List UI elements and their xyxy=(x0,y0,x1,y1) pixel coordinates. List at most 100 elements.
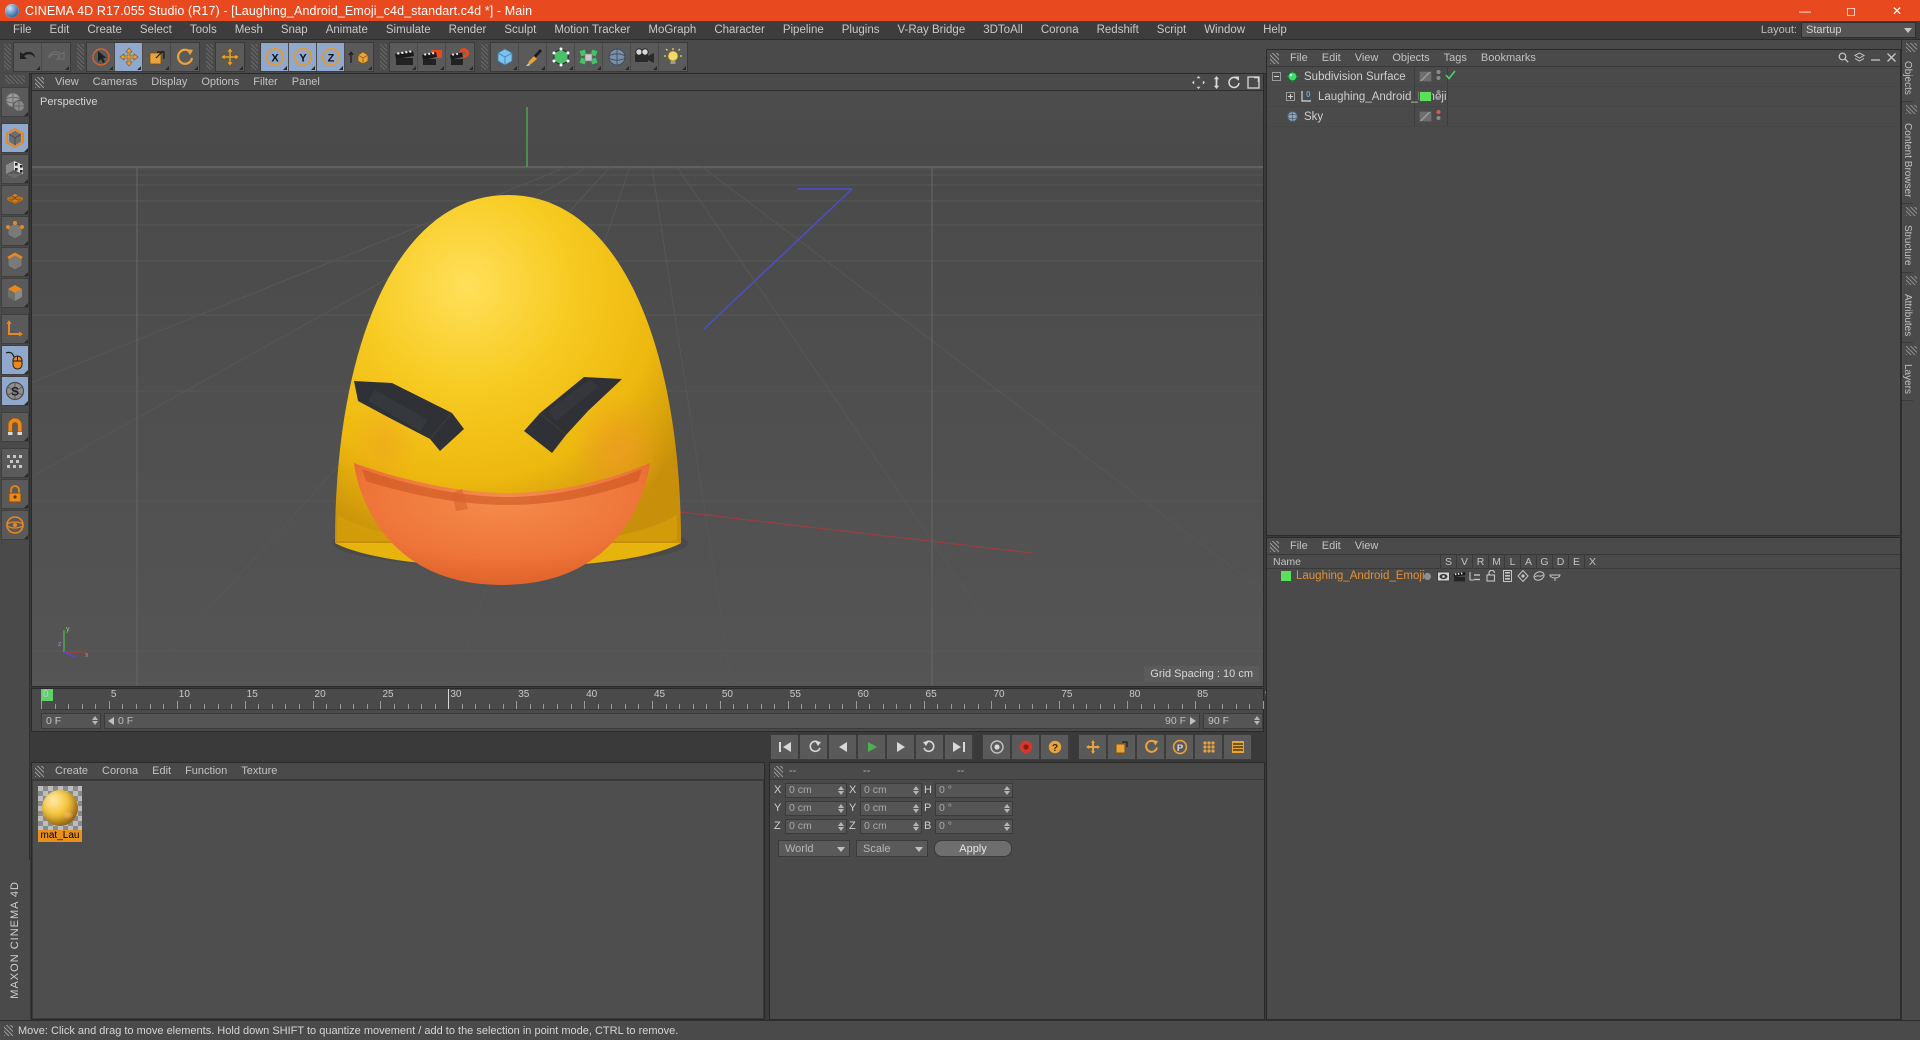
magnet-tool-button[interactable] xyxy=(0,412,29,442)
menu-item-plugins[interactable]: Plugins xyxy=(833,21,889,40)
attr-manager-lines-icon[interactable] xyxy=(1467,571,1483,582)
enable-snap-button[interactable]: S xyxy=(0,376,29,406)
attribute-column-m[interactable]: M xyxy=(1488,555,1504,569)
dropdown-corner-icon[interactable] xyxy=(239,65,243,70)
dropdown-corner-icon[interactable] xyxy=(513,65,517,70)
attrmgr-menu-edit[interactable]: Edit xyxy=(1315,538,1348,555)
attr-visible-eye-icon[interactable] xyxy=(1435,571,1451,582)
dock-grip[interactable] xyxy=(1905,275,1917,285)
point-level-animation-button[interactable] xyxy=(1194,734,1223,760)
dock-tab-structure[interactable]: Structure xyxy=(1902,219,1913,273)
dock-tab-content-browser[interactable]: Content Browser xyxy=(1902,117,1913,205)
redo-button[interactable] xyxy=(42,43,70,71)
matmgr-menu-create[interactable]: Create xyxy=(48,763,95,780)
dropdown-corner-icon[interactable] xyxy=(653,65,657,70)
viewport-menu-view[interactable]: View xyxy=(48,74,86,91)
spinner-icon[interactable] xyxy=(838,821,844,831)
tree-expander[interactable] xyxy=(1271,111,1282,122)
attrmgr-menu-view[interactable]: View xyxy=(1348,538,1386,555)
attribute-column-l[interactable]: L xyxy=(1504,555,1520,569)
render-settings-button[interactable] xyxy=(446,43,474,71)
spinner-icon[interactable] xyxy=(92,716,98,725)
menu-item-pipeline[interactable]: Pipeline xyxy=(774,21,833,40)
edges-mode-button[interactable] xyxy=(0,247,29,277)
menu-item-mograph[interactable]: MoGraph xyxy=(639,21,705,40)
dropdown-corner-icon[interactable] xyxy=(311,65,315,70)
lock-workplane-button[interactable] xyxy=(0,479,29,509)
object-axis-mode-button[interactable] xyxy=(0,314,29,344)
menu-item-mesh[interactable]: Mesh xyxy=(226,21,272,40)
lock-z-axis[interactable]: Z xyxy=(317,42,345,71)
menu-item-file[interactable]: File xyxy=(4,21,41,40)
coord-field-rotation-b[interactable]: 0 ° xyxy=(935,818,1013,834)
dropdown-corner-icon[interactable] xyxy=(23,339,28,343)
menu-item-edit[interactable]: Edit xyxy=(41,21,79,40)
attribute-column-a[interactable]: A xyxy=(1520,555,1536,569)
viewport-solo-button[interactable] xyxy=(0,345,29,375)
objmgr-menu-objects[interactable]: Objects xyxy=(1385,50,1436,67)
spinner-icon[interactable] xyxy=(1254,716,1260,725)
coord-field-size-z[interactable]: 0 cm xyxy=(860,818,922,834)
attribute-column-d[interactable]: D xyxy=(1552,555,1568,569)
points-mode-button[interactable] xyxy=(0,216,29,246)
dropdown-corner-icon[interactable] xyxy=(23,535,28,539)
dock-grip[interactable] xyxy=(1905,104,1917,114)
go-to-end-button[interactable] xyxy=(944,734,973,760)
spinner-icon[interactable] xyxy=(1004,821,1010,831)
dock-tab-objects[interactable]: Objects xyxy=(1902,55,1913,102)
matmgr-menu-texture[interactable]: Texture xyxy=(234,763,284,780)
menu-item-render[interactable]: Render xyxy=(440,21,496,40)
attr-generator-icon[interactable] xyxy=(1515,570,1531,582)
menu-item-script[interactable]: Script xyxy=(1148,21,1195,40)
attribute-row[interactable]: Laughing_Android_Emoji xyxy=(1267,569,1900,583)
spinner-icon[interactable] xyxy=(913,803,919,813)
dock-grip[interactable] xyxy=(1905,207,1917,217)
live-selection-tool[interactable] xyxy=(87,42,115,71)
objmgr-menu-bookmarks[interactable]: Bookmarks xyxy=(1474,50,1543,67)
autokeying-button[interactable] xyxy=(1011,734,1040,760)
dropdown-corner-icon[interactable] xyxy=(23,272,28,276)
render-to-picture-viewer-button[interactable] xyxy=(418,42,446,71)
attr-animation-bars-icon[interactable] xyxy=(1499,570,1515,582)
model-mode-button[interactable] xyxy=(0,123,29,153)
world-axis-tool[interactable] xyxy=(216,43,244,71)
lock-y-axis[interactable]: Y xyxy=(289,42,317,71)
close-icon[interactable] xyxy=(1886,52,1897,63)
menu-item-corona[interactable]: Corona xyxy=(1032,21,1088,40)
viewport-menu-display[interactable]: Display xyxy=(144,74,194,91)
tag-swatch[interactable] xyxy=(1419,91,1432,102)
minimize-icon[interactable] xyxy=(1870,52,1881,63)
toolbar-grip[interactable] xyxy=(251,43,258,70)
toolbar-grip[interactable] xyxy=(4,75,25,84)
coord-field-size-x[interactable]: 0 cm xyxy=(860,782,922,798)
dropdown-corner-icon[interactable] xyxy=(36,65,40,70)
add-camera-button[interactable] xyxy=(631,42,659,71)
play-button[interactable] xyxy=(857,734,886,760)
maximize-button[interactable]: ◻ xyxy=(1828,0,1874,21)
dropdown-corner-icon[interactable] xyxy=(23,370,28,374)
panel-grip-icon[interactable] xyxy=(774,765,783,777)
render-view-button[interactable] xyxy=(390,42,418,71)
layer-icon[interactable] xyxy=(1854,52,1865,63)
objmgr-menu-tags[interactable]: Tags xyxy=(1437,50,1474,67)
object-row[interactable]: 0 Laughing_Android_Emoji xyxy=(1267,87,1900,107)
dropdown-corner-icon[interactable] xyxy=(23,112,28,116)
add-spline-button[interactable] xyxy=(519,42,547,71)
enabled-check-icon[interactable] xyxy=(1445,68,1456,86)
dropdown-corner-icon[interactable] xyxy=(23,504,28,508)
dock-tab-attributes[interactable]: Attributes xyxy=(1902,288,1913,344)
objmgr-menu-edit[interactable]: Edit xyxy=(1315,50,1348,67)
attr-solo-dot-icon[interactable] xyxy=(1419,571,1435,582)
dropdown-corner-icon[interactable] xyxy=(23,473,28,477)
size-mode-dropdown[interactable]: Scale xyxy=(856,840,928,857)
menu-item-select[interactable]: Select xyxy=(131,21,181,40)
scale-key-button[interactable] xyxy=(1107,734,1136,760)
dropdown-corner-icon[interactable] xyxy=(597,65,601,70)
coord-field-position-z[interactable]: 0 cm xyxy=(785,818,847,834)
dropdown-corner-icon[interactable] xyxy=(469,65,473,70)
matmgr-menu-corona[interactable]: Corona xyxy=(95,763,145,780)
tree-expander[interactable] xyxy=(1285,91,1296,102)
dropdown-corner-icon[interactable] xyxy=(23,303,28,307)
panel-grip-icon[interactable] xyxy=(4,1025,13,1036)
objmgr-menu-view[interactable]: View xyxy=(1348,50,1386,67)
